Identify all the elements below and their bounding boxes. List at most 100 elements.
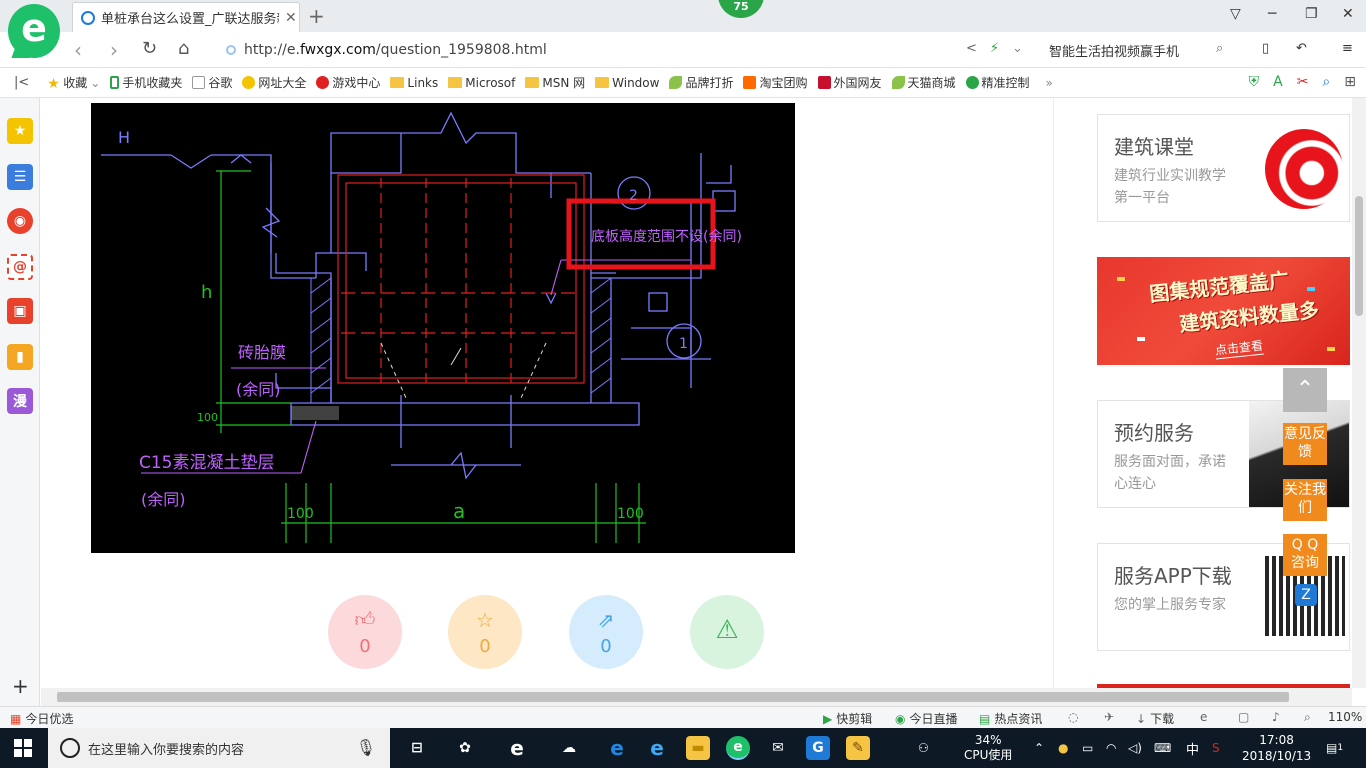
promo-banner[interactable]: 图集规范覆盖广 建筑资料数量多 点击查看 (1097, 257, 1350, 365)
new-tab-icon[interactable]: + (308, 4, 325, 28)
wifi-icon[interactable]: ◠ (1106, 728, 1116, 768)
fan-app-icon[interactable]: ✿ (453, 736, 477, 760)
mail-icon[interactable]: @ (7, 254, 33, 280)
notes-app-icon[interactable]: ✎ (846, 736, 870, 760)
url-field[interactable]: http://e. fwxgx.com/question_1959808.html (226, 38, 1016, 62)
file-explorer-icon[interactable]: ▬ (686, 736, 710, 760)
zoom-icon[interactable]: ⌕ (1304, 710, 1311, 725)
windows-start-icon[interactable] (14, 739, 32, 757)
bookmark-item[interactable]: 手机收藏夹 (110, 74, 182, 91)
forward-icon[interactable]: › (110, 38, 118, 62)
zoom-level[interactable]: 110% (1328, 710, 1362, 724)
tray-expand-icon[interactable]: ⌃ (1034, 728, 1044, 768)
quick-edit[interactable]: ▶ 快剪辑 (823, 710, 872, 727)
qq-consult-button[interactable]: Q Q 咨询 (1283, 534, 1327, 576)
share-button[interactable]: ⇗ 0 (569, 595, 643, 669)
browser-logo-icon[interactable]: e (8, 4, 60, 58)
menu-icon[interactable]: ≡ (1342, 41, 1353, 56)
glodon-app-icon[interactable]: G (806, 736, 830, 760)
add-sidebar-icon[interactable]: + (12, 674, 29, 698)
report-button[interactable]: ⚠ (690, 595, 764, 669)
bookmark-item[interactable]: 外国网友 (817, 74, 882, 91)
clean-icon[interactable]: ◌ (1068, 710, 1078, 724)
window-icon[interactable]: ▢ (1238, 710, 1249, 724)
bookmark-item[interactable]: 淘宝团购 (743, 74, 808, 91)
ime-indicator[interactable]: 中 (1186, 728, 1199, 768)
search-icon[interactable]: ⌕ (1216, 41, 1223, 56)
bookmark-book-icon[interactable]: ▮ (7, 344, 33, 370)
speed-icon[interactable]: ⚡ (990, 41, 999, 56)
task-view-icon[interactable]: ⊟ (405, 736, 429, 760)
scroll-thumb[interactable] (57, 692, 1289, 702)
favorites-icon[interactable]: ★ (7, 118, 33, 144)
favorite-button[interactable]: ☆ 0 (448, 595, 522, 669)
action-center-icon[interactable]: ▤ 1 (1326, 728, 1343, 768)
daily-picks[interactable]: ▦ 今日优选 (10, 710, 73, 727)
refresh-icon[interactable]: ↻ (142, 38, 157, 59)
speaker-icon[interactable]: ◁) (1128, 728, 1142, 768)
sogou-ime-icon[interactable]: S (1212, 728, 1220, 768)
mail-app-icon[interactable]: ✉ (766, 736, 790, 760)
bookmark-item[interactable]: Microsof (448, 76, 515, 90)
internet-explorer-icon[interactable]: e (645, 736, 669, 760)
close-window-icon[interactable]: ✕ (1342, 6, 1354, 22)
bookmark-item[interactable]: 天猫商城 (891, 74, 956, 91)
bookmark-item[interactable]: Links (390, 76, 438, 90)
feedback-button[interactable]: 意见反馈 (1283, 423, 1327, 465)
bookmark-item[interactable]: 网址大全 (242, 74, 306, 91)
tray-app-icon[interactable]: ● (1058, 728, 1068, 768)
skin-icon[interactable]: ▽ (1230, 6, 1241, 22)
back-to-top-button[interactable]: ⌃ (1283, 368, 1327, 412)
volume-icon[interactable]: ♪ (1272, 710, 1280, 724)
news-feed-icon[interactable]: ☰ (7, 164, 33, 190)
download-button[interactable]: ↓ 下载 (1136, 710, 1174, 727)
pin-icon[interactable]: ✈ (1104, 710, 1114, 724)
phone-icon[interactable]: ▯ (1262, 41, 1269, 56)
tray-device-icon[interactable]: ▭ (1082, 728, 1093, 768)
cloud-app-icon[interactable]: ☁ (557, 736, 581, 760)
score-badge[interactable]: 75 (718, 0, 764, 18)
tab-active[interactable]: 单桩承台这么设置_广联达服务新 ✕ (72, 2, 300, 32)
shield-icon[interactable]: ⛨ (1249, 74, 1260, 90)
scissors-icon[interactable]: ✂ (1297, 74, 1309, 90)
collapse-sidebar-icon[interactable]: |< (14, 75, 29, 90)
promo-view-button[interactable]: 点击查看 (1214, 336, 1264, 360)
bookmark-item[interactable]: 游戏中心 (316, 74, 380, 91)
search-hint[interactable]: 智能生活拍视频赢手机 (1049, 41, 1179, 60)
bookmark-item[interactable]: ★ 收藏 ⌄ (47, 74, 100, 93)
bookmark-item[interactable]: 谷歌 (192, 74, 232, 91)
vertical-scrollbar[interactable] (1352, 98, 1366, 688)
people-icon[interactable]: ⚇ (918, 728, 929, 768)
card-classroom[interactable]: 建筑课堂 建筑行业实训教学第一平台 (1097, 114, 1350, 222)
weibo-icon[interactable]: ◉ (7, 208, 33, 234)
follow-us-button[interactable]: 关注我们 (1283, 479, 1327, 521)
taskbar-search[interactable]: 在这里输入你要搜索的内容 🎙︎ (48, 728, 390, 768)
live-today[interactable]: ◉ 今日直播 (895, 710, 958, 727)
home-icon[interactable]: ⌂ (178, 38, 189, 59)
gamepad-icon[interactable]: ▣ (7, 298, 33, 324)
share-page-icon[interactable]: < (966, 41, 977, 56)
zoom-tool-icon[interactable]: ⌕ (1322, 74, 1330, 90)
edge-icon[interactable]: e (605, 736, 629, 760)
microphone-icon[interactable]: 🎙︎ (356, 738, 376, 757)
bookmark-item[interactable]: 品牌打折 (669, 74, 733, 91)
undo-icon[interactable]: ↶ (1296, 41, 1307, 56)
bookmark-item[interactable]: Window (595, 76, 659, 90)
clock[interactable]: 17:08 2018/10/13 (1242, 728, 1311, 768)
more-bookmarks-icon[interactable]: » (1046, 76, 1053, 90)
ie-icon[interactable]: e (505, 736, 529, 760)
translate-icon[interactable]: A (1273, 74, 1283, 90)
360-browser-taskbar-icon[interactable]: e (726, 736, 750, 760)
hot-news[interactable]: ▤ 热点资讯 (979, 710, 1042, 727)
apps-grid-icon[interactable]: ⊞ (1344, 74, 1356, 90)
ie-mode-icon[interactable]: e (1200, 710, 1207, 724)
scroll-thumb[interactable] (1355, 196, 1363, 316)
address-dropdown-icon[interactable]: ⌄ (1012, 41, 1023, 56)
keyboard-icon[interactable]: ⌨ (1154, 728, 1171, 768)
horizontal-scrollbar[interactable] (41, 688, 1352, 706)
maximize-icon[interactable]: ❐ (1305, 6, 1318, 22)
bookmark-item[interactable]: MSN 网 (525, 74, 585, 91)
cpu-monitor[interactable]: 34% CPU使用 (964, 728, 1012, 768)
minimize-icon[interactable]: ─ (1268, 6, 1276, 22)
tab-close-icon[interactable]: ✕ (285, 10, 297, 26)
